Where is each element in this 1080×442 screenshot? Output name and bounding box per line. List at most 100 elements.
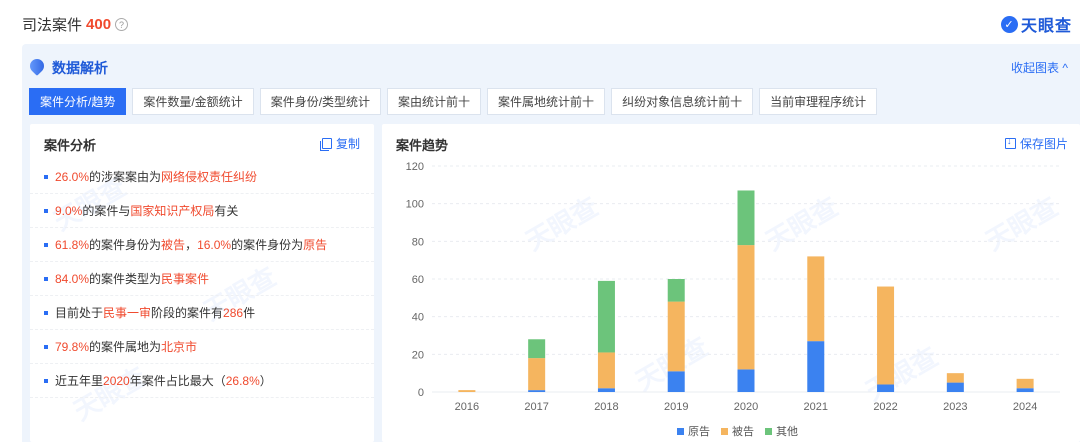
- analysis-highlight: 26.0%: [55, 169, 90, 184]
- analysis-item: 79.8% 的案件属地为 北京市: [30, 330, 374, 364]
- chevron-up-icon: ^: [1059, 61, 1068, 75]
- analysis-text: 的案件类型为: [89, 272, 162, 286]
- case-analysis-title: 案件分析: [44, 138, 97, 153]
- x-tick-label: 2016: [455, 401, 479, 413]
- tab-2[interactable]: 案件身份/类型统计: [259, 88, 382, 115]
- bar-被告-2021: [807, 256, 825, 342]
- save-image-label: 保存图片: [1019, 137, 1068, 151]
- analysis-highlight: 9.0%: [55, 203, 83, 218]
- panel-header: 数据解析 收起图表 ^: [22, 44, 1080, 84]
- analysis-highlight: 被告: [161, 238, 186, 252]
- bullet-icon: [44, 310, 48, 315]
- y-tick-label: 80: [412, 236, 424, 248]
- brand-logo: ✓ 天眼查: [1000, 12, 1072, 36]
- download-icon: [1004, 136, 1016, 149]
- analysis-highlight: 原告: [303, 238, 328, 252]
- collapse-label: 收起图表: [1011, 61, 1060, 75]
- tab-4[interactable]: 案件属地统计前十: [487, 88, 606, 115]
- x-tick-label: 2022: [873, 401, 897, 413]
- analysis-text: 的涉案案由为: [89, 170, 162, 184]
- case-trend-title: 案件趋势: [396, 138, 449, 153]
- bar-被告-2019: [667, 301, 685, 372]
- bar-被告-2020: [737, 245, 755, 370]
- bar-其他-2017: [528, 339, 546, 359]
- x-tick-label: 2019: [664, 401, 688, 413]
- bar-被告-2016: [458, 390, 476, 392]
- x-tick-label: 2017: [524, 401, 548, 413]
- analysis-highlight: 民事案件: [161, 272, 210, 286]
- bullet-icon: [44, 208, 48, 213]
- analysis-text: 目前处于: [55, 306, 104, 320]
- analysis-text: 年案件占比最大（: [129, 374, 226, 388]
- bar-其他-2019: [667, 279, 685, 302]
- bar-原告-2023: [946, 382, 964, 392]
- analysis-highlight: 16.0%: [197, 237, 232, 252]
- x-tick-label: 2023: [943, 401, 967, 413]
- legend-swatch: [721, 428, 728, 435]
- legend-label: 被告: [732, 425, 754, 438]
- bullet-icon: [44, 276, 48, 281]
- copy-button[interactable]: 复制: [319, 135, 360, 152]
- bar-其他-2020: [737, 190, 755, 246]
- analysis-highlight: 北京市: [161, 340, 198, 354]
- question-circle-icon[interactable]: ?: [115, 18, 129, 31]
- x-tick-label: 2020: [734, 401, 758, 413]
- bullet-icon: [44, 344, 48, 349]
- analysis-text: 的案件身份为: [231, 238, 304, 252]
- section-header: 司法案件 400 ? ✓ 天眼查: [0, 0, 1080, 44]
- tab-0[interactable]: 案件分析/趋势: [29, 88, 127, 115]
- tab-6[interactable]: 当前审理程序统计: [759, 88, 878, 115]
- legend-label: 其他: [776, 425, 798, 438]
- y-tick-label: 60: [412, 274, 424, 286]
- case-trend-chart: 0 20 40 60 80 100 120 2016 2017 2018 2019 2020 2021 2…: [406, 161, 1060, 438]
- x-tick-label: 2021: [804, 401, 828, 413]
- copy-icon: [319, 138, 332, 151]
- bar-被告-2023: [946, 373, 964, 383]
- bullet-icon: [44, 242, 48, 247]
- analysis-text: 的案件属地为: [89, 340, 162, 354]
- analysis-text: 件: [243, 306, 256, 320]
- analysis-text: 近五年里: [55, 374, 104, 388]
- analysis-highlight: 国家知识产权局: [130, 204, 215, 218]
- analysis-highlight: 民事一审: [103, 306, 152, 320]
- tianyancha-logo-icon: ✓: [1000, 15, 1018, 33]
- bar-被告-2022: [877, 286, 895, 385]
- analysis-highlight: 61.8%: [55, 237, 90, 252]
- case-analysis-card: 天眼查 天眼查 天眼查 案件分析 复制 26.0% 的涉案案由为 网络侵权责任纠纷 9…: [30, 124, 374, 442]
- data-gem-icon: [27, 56, 47, 76]
- copy-label: 复制: [335, 137, 360, 151]
- analysis-highlight: 2020: [103, 373, 130, 388]
- tab-5[interactable]: 纠纷对象信息统计前十: [611, 88, 754, 115]
- tab-3[interactable]: 案由统计前十: [387, 88, 482, 115]
- bullet-icon: [44, 378, 48, 383]
- legend-swatch: [677, 428, 684, 435]
- tab-1[interactable]: 案件数量/金额统计: [132, 88, 254, 115]
- analysis-item: 61.8% 的案件身份为 被告， 16.0% 的案件身份为 原告: [30, 228, 374, 262]
- analysis-text: ，: [185, 238, 198, 252]
- analysis-list: 26.0% 的涉案案由为 网络侵权责任纠纷 9.0% 的案件与 国家知识产权局 有关 61.8…: [30, 160, 374, 398]
- panel-title: 数据解析: [52, 60, 108, 76]
- case-trend-card: 天眼查 天眼查 天眼查 天眼查 天眼查 案件趋势 保存图片 0204060801…: [382, 124, 1080, 442]
- y-tick-label: 100: [406, 199, 424, 211]
- analysis-highlight: 84.0%: [55, 271, 90, 286]
- analysis-item: 84.0% 的案件类型为 民事案件: [30, 262, 374, 296]
- bar-原告-2018: [597, 388, 615, 392]
- legend-swatch: [765, 428, 772, 435]
- legend-label: 原告: [688, 425, 710, 438]
- bar-原告-2021: [807, 341, 825, 392]
- analysis-text: 的案件身份为: [89, 238, 162, 252]
- x-tick-label: 2024: [1013, 401, 1037, 413]
- section-title: 司法案件 400 ?: [22, 14, 129, 35]
- bar-其他-2018: [597, 280, 615, 353]
- bar-被告-2018: [597, 352, 615, 389]
- analysis-text: 的案件与: [82, 204, 131, 218]
- bullet-icon: [44, 174, 48, 179]
- analysis-text: 阶段的案件有: [151, 306, 224, 320]
- analysis-item: 目前处于 民事一审 阶段的案件有 286 件: [30, 296, 374, 330]
- bar-被告-2024: [1016, 378, 1034, 389]
- analysis-highlight: 79.8%: [55, 339, 90, 354]
- save-image-button[interactable]: 保存图片: [1004, 135, 1068, 152]
- collapse-chart-button[interactable]: 收起图表 ^: [1011, 59, 1068, 76]
- analysis-highlight: 26.8%: [225, 373, 260, 388]
- x-tick-label: 2018: [594, 401, 618, 413]
